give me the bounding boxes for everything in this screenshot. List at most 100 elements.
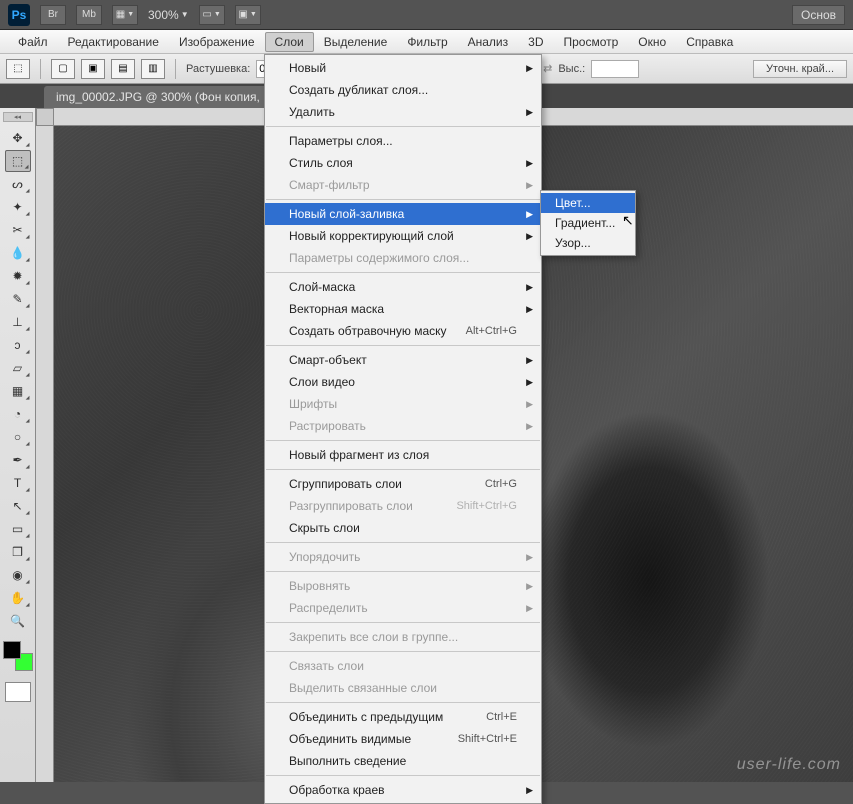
menu-item-label: Связать слои [289,659,364,673]
menu-help[interactable]: Справка [676,32,743,52]
menu-window[interactable]: Окно [628,32,676,52]
menu-item-label: Упорядочить [289,550,360,564]
submenu-arrow-icon: ▶ [526,180,533,191]
gradient-tool[interactable]: ▦◢ [5,380,31,402]
menu-item[interactable]: Объединить с предыдущимCtrl+E [265,706,541,728]
toolbox-collapse[interactable]: ◂◂ [3,112,33,122]
workspace-switcher[interactable]: Основ [792,5,845,25]
menu-item[interactable]: Создать дубликат слоя... [265,79,541,101]
type-tool[interactable]: T◢ [5,472,31,494]
marquee-tool[interactable]: ⬚◢ [5,150,31,172]
selection-new-icon[interactable]: ▢ [51,59,75,79]
menu-filter[interactable]: Фильтр [397,32,457,52]
menu-layer[interactable]: Слои [265,32,314,52]
zoom-level[interactable]: 300%▼ [148,8,189,22]
menu-separator [266,622,540,623]
photoshop-icon: Ps [8,4,30,26]
extras-button[interactable]: ▣▼ [235,5,261,25]
path-select-tool[interactable]: ↖◢ [5,495,31,517]
menu-item[interactable]: Новый корректирующий слой▶ [265,225,541,247]
hand-tool[interactable]: ✋◢ [5,587,31,609]
selection-subtract-icon[interactable]: ▤ [111,59,135,79]
menu-view[interactable]: Просмотр [553,32,628,52]
menu-item[interactable]: Объединить видимыеShift+Ctrl+E [265,728,541,750]
menu-item-label: Скрыть слои [289,521,360,535]
healing-tool[interactable]: ✹◢ [5,265,31,287]
menu-item-label: Объединить видимые [289,732,411,746]
menu-analysis[interactable]: Анализ [458,32,519,52]
selection-intersect-icon[interactable]: ▥ [141,59,165,79]
menu-item-label: Шрифты [289,397,337,411]
height-input[interactable] [591,60,639,78]
foreground-color-swatch[interactable] [3,641,21,659]
zoom-tool[interactable]: 🔍 [5,610,31,632]
minibridge-button[interactable]: Mb [76,5,102,25]
menu-item: Растрировать▶ [265,415,541,437]
menu-item[interactable]: Удалить▶ [265,101,541,123]
menu-item-label: Создать обтравочную маску [289,324,447,338]
3d-camera-tool[interactable]: ◉◢ [5,564,31,586]
menu-item[interactable]: Выполнить сведение [265,750,541,772]
menu-3d[interactable]: 3D [518,32,553,52]
submenu-item[interactable]: Узор... [541,233,635,253]
3d-tool[interactable]: ❒◢ [5,541,31,563]
brush-tool[interactable]: ✎◢ [5,288,31,310]
menu-item[interactable]: Сгруппировать слоиCtrl+G [265,473,541,495]
menu-item[interactable]: Слой-маска▶ [265,276,541,298]
menu-separator [266,272,540,273]
menu-item[interactable]: Скрыть слои [265,517,541,539]
pen-tool[interactable]: ✒◢ [5,449,31,471]
menu-image[interactable]: Изображение [169,32,265,52]
menu-shortcut: Shift+Ctrl+G [456,500,517,512]
menu-item: Смарт-фильтр▶ [265,174,541,196]
menu-edit[interactable]: Редактирование [58,32,169,52]
refine-edge-button[interactable]: Уточн. край... [753,60,847,78]
feather-label: Растушевка: [186,63,250,75]
tool-preset-picker[interactable]: ⬚ [6,59,30,79]
submenu-item[interactable]: Градиент... [541,213,635,233]
submenu-item[interactable]: Цвет... [541,193,635,213]
menu-item[interactable]: Слои видео▶ [265,371,541,393]
arrange-docs-button[interactable]: ▦▼ [112,5,138,25]
selection-add-icon[interactable]: ▣ [81,59,105,79]
menu-separator [266,542,540,543]
quick-select-tool[interactable]: ✦◢ [5,196,31,218]
menu-item[interactable]: Векторная маска▶ [265,298,541,320]
submenu-arrow-icon: ▶ [526,209,533,220]
history-brush-tool[interactable]: ↄ◢ [5,334,31,356]
move-tool[interactable]: ✥◢ [5,127,31,149]
lasso-tool[interactable]: ᔕ◢ [5,173,31,195]
ruler-vertical[interactable] [36,126,54,782]
menu-item[interactable]: Новый фрагмент из слоя [265,444,541,466]
menu-item: Упорядочить▶ [265,546,541,568]
stamp-tool[interactable]: ⊥◢ [5,311,31,333]
menu-item[interactable]: Смарт-объект▶ [265,349,541,371]
menu-item: Выровнять▶ [265,575,541,597]
shape-tool[interactable]: ▭◢ [5,518,31,540]
submenu-arrow-icon: ▶ [526,603,533,614]
eraser-tool[interactable]: ▱◢ [5,357,31,379]
eyedropper-tool[interactable]: 💧◢ [5,242,31,264]
menu-item[interactable]: Параметры слоя... [265,130,541,152]
quick-mask-toggle[interactable] [5,682,31,702]
menu-item[interactable]: Новый слой-заливка▶ [265,203,541,225]
bridge-button[interactable]: Br [40,5,66,25]
blur-tool[interactable]: ◔◢ [5,403,31,425]
ruler-origin[interactable] [36,108,54,126]
color-swatches[interactable] [3,641,33,671]
crop-tool[interactable]: ✂◢ [5,219,31,241]
swap-icon[interactable]: ⇄ [543,62,552,75]
menu-item[interactable]: Стиль слоя▶ [265,152,541,174]
menu-item[interactable]: Обработка краев▶ [265,779,541,801]
submenu-arrow-icon: ▶ [526,785,533,796]
menu-item-label: Параметры содержимого слоя... [289,251,469,265]
menu-select[interactable]: Выделение [314,32,398,52]
submenu-arrow-icon: ▶ [526,63,533,74]
menu-file[interactable]: Файл [8,32,58,52]
dodge-tool[interactable]: ○◢ [5,426,31,448]
menu-item[interactable]: Новый▶ [265,57,541,79]
screen-mode-button[interactable]: ▭▼ [199,5,225,25]
menu-item[interactable]: Создать обтравочную маскуAlt+Ctrl+G [265,320,541,342]
menu-item: Разгруппировать слоиShift+Ctrl+G [265,495,541,517]
submenu-arrow-icon: ▶ [526,581,533,592]
